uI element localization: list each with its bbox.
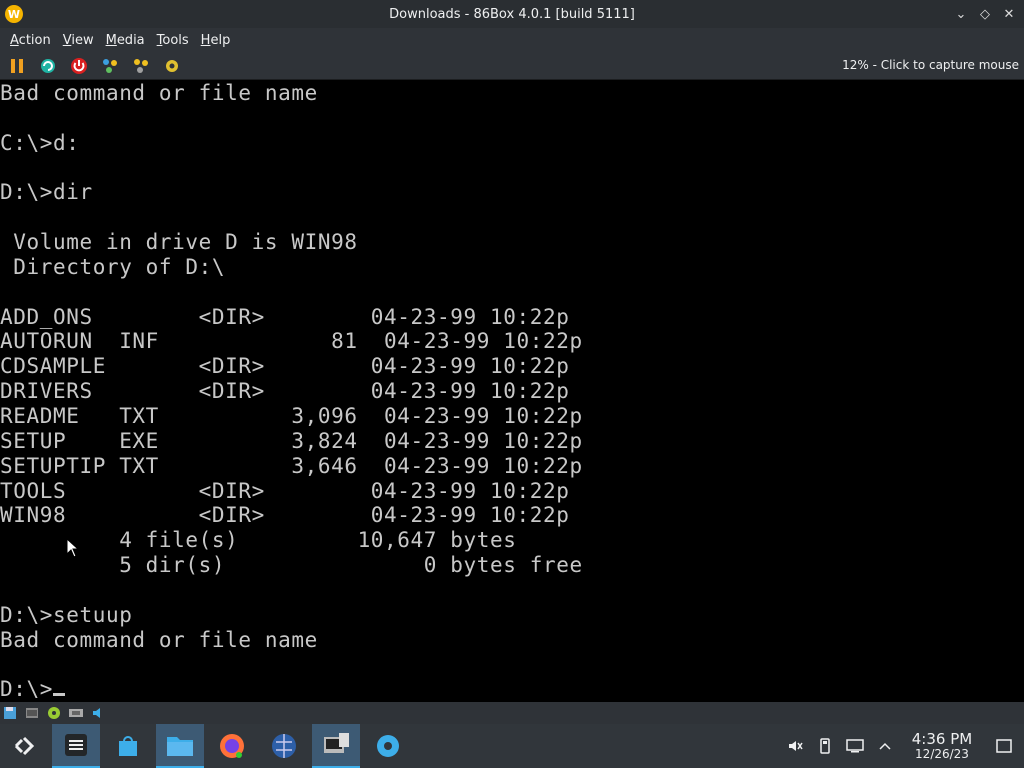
menu-media[interactable]: Media [100, 33, 151, 48]
maximize-button[interactable]: ◇ [976, 4, 994, 24]
menu-view[interactable]: View [57, 33, 100, 48]
console-line: AUTORUN INF 81 04-23-99 10:22p [0, 329, 583, 354]
taskbar-discover[interactable] [104, 724, 152, 768]
menubar: Action View Media Tools Help [0, 28, 1024, 52]
ctrl-alt-esc-button[interactable] [130, 55, 152, 77]
console-line: Bad command or file name [0, 627, 318, 652]
pause-icon [11, 58, 23, 73]
network-icon[interactable] [68, 705, 84, 721]
file-manager-icon [167, 737, 193, 756]
ctrl-alt-esc-icon [134, 58, 148, 73]
console-line: ADD_ONS <DIR> 04-23-99 10:22p [0, 304, 570, 329]
speaker-muted-icon [789, 741, 803, 751]
console-line: WIN98 <DIR> 04-23-99 10:22p [0, 503, 570, 528]
console-line: SETUPTIP TXT 3,646 04-23-99 10:22p [0, 453, 583, 478]
volume-muted-icon[interactable] [780, 738, 810, 754]
tray-expand-button[interactable] [870, 741, 900, 751]
show-desktop-icon [996, 739, 1012, 753]
capture-mouse-status[interactable]: 12% - Click to capture mouse [842, 58, 1019, 72]
menu-action[interactable]: Action [4, 33, 57, 48]
removable-device-icon[interactable] [810, 738, 840, 754]
console-line: D:\>dir [0, 180, 93, 205]
console-prompt-line: D:\> [0, 677, 1024, 702]
settings-button[interactable] [161, 55, 183, 77]
taskbar-network-browser[interactable] [260, 724, 308, 768]
power-icon [71, 57, 87, 74]
reset-button[interactable] [37, 55, 59, 77]
console-line: Bad command or file name [0, 81, 318, 105]
close-button[interactable]: ✕ [1000, 4, 1018, 24]
display-config-icon[interactable] [840, 738, 870, 754]
hard-disk-icon[interactable] [24, 705, 40, 721]
clock-date: 12/26/23 [915, 747, 969, 761]
86box-icon [324, 733, 349, 753]
console-line: 5 dir(s) 0 bytes free [0, 553, 583, 578]
taskbar: 4:36 PM 12/26/23 [0, 724, 1024, 768]
console-line: SETUP EXE 3,824 04-23-99 10:22p [0, 428, 583, 453]
system-tray: 4:36 PM 12/26/23 [780, 724, 1024, 768]
console-line: DRIVERS <DIR> 04-23-99 10:22p [0, 379, 570, 404]
network-browser-icon [272, 734, 296, 758]
application-launcher[interactable] [0, 724, 48, 768]
system-settings-icon [65, 734, 87, 756]
menu-help[interactable]: Help [195, 33, 237, 48]
console-line: Volume in drive D is WIN98 [0, 230, 358, 255]
settings-icon [166, 59, 178, 72]
taskbar-firefox[interactable] [208, 724, 256, 768]
console-prompt: D:\> [0, 677, 53, 702]
window-title: Downloads - 86Box 4.0.1 [build 5111] [389, 6, 635, 22]
console-line: 4 file(s) 10,647 bytes [0, 528, 517, 553]
settings-gear-icon [377, 735, 399, 757]
emulator-statusbar [0, 702, 1024, 724]
monitor-icon [846, 739, 864, 753]
console-line: TOOLS <DIR> 04-23-99 10:22p [0, 478, 570, 503]
mouse-pointer-icon [66, 538, 80, 558]
taskbar-settings[interactable] [364, 724, 412, 768]
floppy-icon[interactable] [2, 705, 18, 721]
console-line: C:\>d: [0, 130, 80, 155]
show-desktop-button[interactable] [984, 739, 1024, 753]
pause-button[interactable] [6, 55, 28, 77]
clock[interactable]: 4:36 PM 12/26/23 [906, 731, 978, 761]
reset-icon [41, 58, 55, 73]
console-line: README TXT 3,096 04-23-99 10:22p [0, 403, 583, 428]
firefox-icon [220, 734, 244, 758]
window-titlebar[interactable]: W Downloads - 86Box 4.0.1 [build 5111] ⌄… [0, 0, 1024, 28]
discover-store-icon [119, 736, 137, 756]
ctrl-alt-del-icon [103, 58, 117, 73]
ctrl-alt-del-button[interactable] [99, 55, 121, 77]
console-line: CDSAMPLE <DIR> 04-23-99 10:22p [0, 354, 570, 379]
taskbar-system-settings[interactable] [52, 724, 100, 768]
taskbar-86box[interactable] [312, 724, 360, 768]
clock-time: 4:36 PM [911, 730, 973, 748]
cdrom-icon[interactable] [46, 705, 62, 721]
emulator-screen[interactable]: Bad command or file name C:\>d: D:\>dir … [0, 81, 1024, 702]
minimize-button[interactable]: ⌄ [952, 4, 970, 24]
chevron-up-icon [879, 742, 891, 750]
window-controls: ⌄ ◇ ✕ [952, 4, 1018, 24]
text-cursor [52, 693, 65, 697]
console-line: D:\>setuup [0, 602, 133, 627]
power-button[interactable] [68, 55, 90, 77]
application-launcher-icon [14, 736, 35, 756]
taskbar-file-manager[interactable] [156, 724, 204, 768]
menu-tools[interactable]: Tools [151, 33, 195, 48]
86box-app-icon[interactable]: W [5, 5, 23, 23]
usb-drive-icon [820, 738, 830, 754]
console-line: Directory of D:\ [0, 254, 226, 279]
sound-icon[interactable] [90, 705, 106, 721]
